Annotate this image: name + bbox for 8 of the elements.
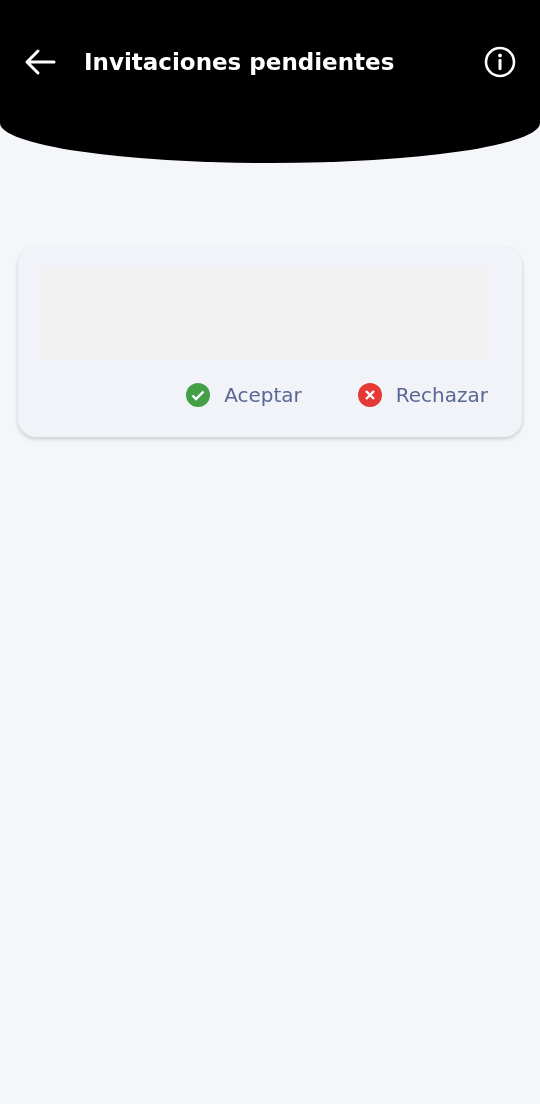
info-button[interactable] [482, 44, 518, 80]
accept-button[interactable]: Aceptar [186, 379, 302, 411]
close-circle-icon [357, 383, 382, 407]
page-title: Invitaciones pendientes [84, 48, 396, 77]
back-arrow-icon [24, 48, 56, 76]
check-circle-icon [186, 383, 211, 407]
info-icon [484, 46, 516, 78]
reject-button[interactable]: Rechazar [357, 379, 488, 411]
